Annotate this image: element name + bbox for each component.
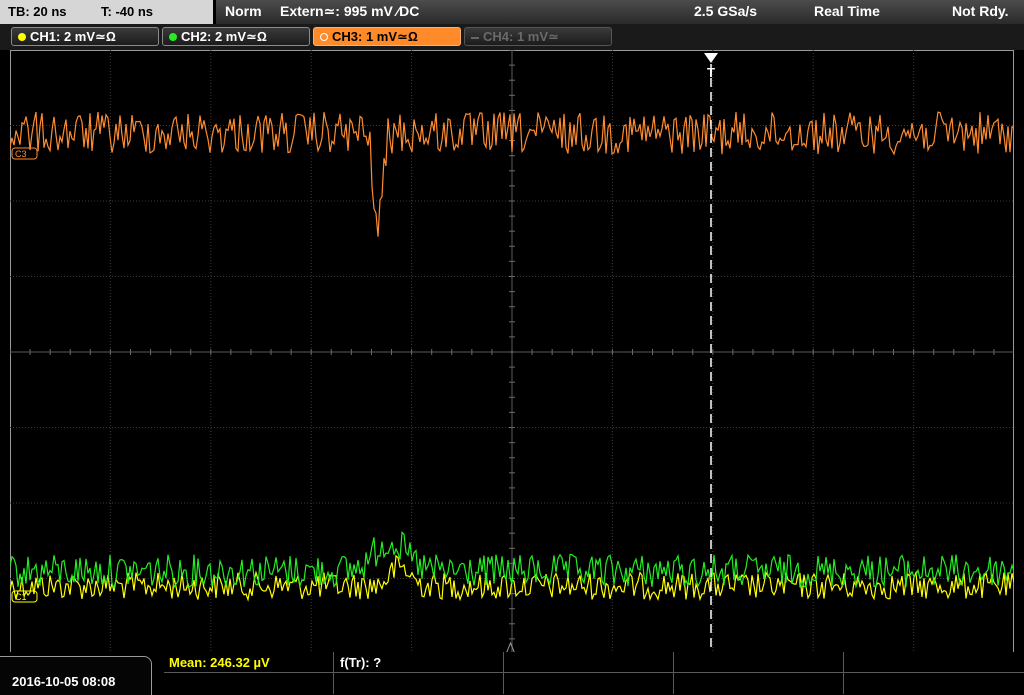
- measurement-cell-5[interactable]: [844, 652, 1024, 673]
- channel-button-ch3[interactable]: CH3: 1 mV≃Ω: [313, 27, 461, 46]
- timebase-panel[interactable]: TB: 20 ns T: -40 ns: [0, 0, 213, 24]
- sample-rate[interactable]: 2.5 GSa/s: [694, 3, 757, 19]
- channel-button-ch2[interactable]: CH2: 2 mV≃Ω: [162, 27, 310, 46]
- ch3-color-icon: [320, 32, 328, 41]
- channel-button-ch4[interactable]: CH4: 1 mV≃: [464, 27, 612, 46]
- trigger-state: Not Rdy.: [952, 3, 1009, 19]
- channel-bar: CH1: 2 mV≃Ω CH2: 2 mV≃Ω CH3: 1 mV≃Ω CH4:…: [0, 24, 1024, 50]
- timebase-readout[interactable]: TB: 20 ns: [8, 4, 67, 19]
- datetime: 2016-10-05 08:08: [12, 674, 116, 689]
- trigger-time-readout[interactable]: T: -40 ns: [101, 4, 153, 19]
- ch3-offset-label: C3: [15, 149, 27, 159]
- acquisition-mode[interactable]: Real Time: [814, 3, 880, 19]
- measurement-cell-6[interactable]: [164, 673, 334, 694]
- ch4-label: CH4: 1 mV≃: [483, 29, 559, 44]
- measurement-cell-9[interactable]: [674, 673, 844, 694]
- ch1-color-icon: [18, 32, 26, 41]
- ch1-offset-label: C1: [15, 592, 27, 602]
- ftr-measurement: f(Tr): ?: [340, 655, 382, 670]
- measurement-cell-7[interactable]: [334, 673, 504, 694]
- ch2-color-icon: [169, 32, 177, 41]
- channel-button-ch1[interactable]: CH1: 2 mV≃Ω: [11, 27, 159, 46]
- measurement-table[interactable]: Mean: 246.32 µV f(Tr): ?: [164, 652, 1024, 695]
- measurement-cell-3[interactable]: [504, 652, 674, 673]
- measurement-cell-ftr[interactable]: f(Tr): ?: [334, 652, 504, 673]
- measurement-cell-mean[interactable]: Mean: 246.32 µV: [164, 652, 334, 673]
- ch2-label: CH2: 2 mV≃Ω: [181, 29, 267, 44]
- trigger-status-bar[interactable]: Norm Extern≃: 995 mV ∕DC 2.5 GSa/s Real …: [216, 0, 1024, 24]
- ch3-label: CH3: 1 mV≃Ω: [332, 29, 418, 44]
- measurement-cell-8[interactable]: [504, 673, 674, 694]
- datetime-panel: 2016-10-05 08:08: [0, 656, 152, 695]
- measurement-cell-4[interactable]: [674, 652, 844, 673]
- mean-measurement: Mean: 246.32 µV: [169, 655, 270, 670]
- waveform-plot[interactable]: T C3 C1: [10, 50, 1014, 654]
- trigger-source[interactable]: Extern≃: 995 mV ∕DC: [280, 3, 419, 20]
- ch1-label: CH1: 2 mV≃Ω: [30, 29, 116, 44]
- trigger-mode[interactable]: Norm: [225, 3, 262, 19]
- measurement-cell-10[interactable]: [844, 673, 1024, 694]
- trigger-marker-label: T: [707, 65, 715, 80]
- ch4-off-icon: [471, 36, 479, 39]
- trigger-arrow-icon[interactable]: [704, 53, 718, 63]
